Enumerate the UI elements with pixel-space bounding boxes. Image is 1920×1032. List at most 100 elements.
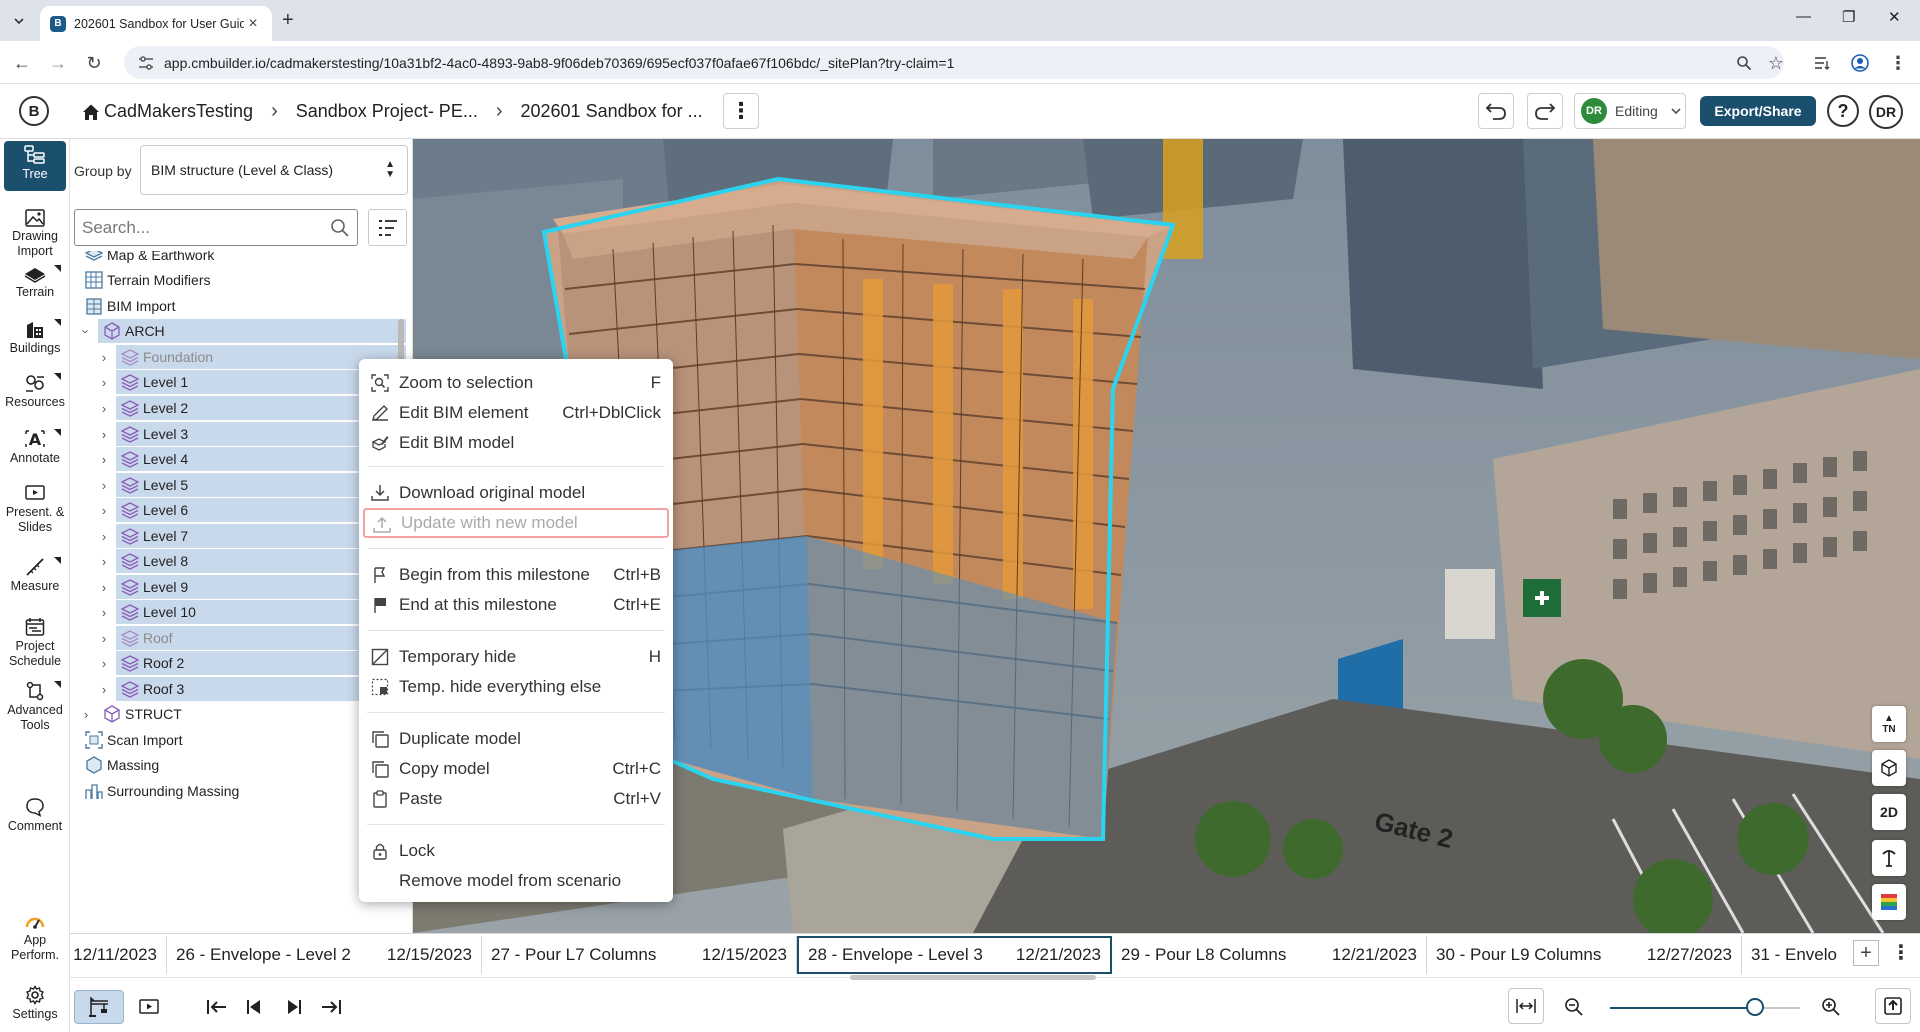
menu-copy-model[interactable]: Copy model Ctrl+C xyxy=(363,754,669,784)
timeline-item[interactable]: 31 - Envelo xyxy=(1742,936,1852,974)
rail-settings-button[interactable]: Settings xyxy=(4,985,66,1022)
chevron-right-icon[interactable]: › xyxy=(97,580,111,595)
menu-paste[interactable]: Paste Ctrl+V xyxy=(363,784,669,814)
maximize-button[interactable]: ❐ xyxy=(1842,8,1855,26)
chevron-right-icon[interactable]: › xyxy=(97,605,111,620)
menu-zoom-to-selection[interactable]: Zoom to selection F xyxy=(363,368,669,398)
breadcrumb-project[interactable]: Sandbox Project- PE... xyxy=(296,101,478,122)
timeline-item-current[interactable]: 28 - Envelope - Level 3 12/21/2023 xyxy=(797,936,1112,974)
chevron-down-icon[interactable]: › xyxy=(70,299,76,313)
tree-row-map-earthwork[interactable]: › Map & Earthwork xyxy=(70,251,406,268)
menu-edit-bim-model[interactable]: Edit BIM model xyxy=(363,428,669,458)
more-options-button[interactable]: ⋮ xyxy=(723,93,759,129)
skip-to-start-button[interactable] xyxy=(200,990,234,1024)
expand-timeline-button[interactable] xyxy=(1875,988,1911,1024)
tree-row-surrounding-massing[interactable]: Surrounding Massing xyxy=(70,778,406,804)
rail-annotate-button[interactable]: A Annotate xyxy=(4,429,66,466)
home-icon[interactable] xyxy=(82,103,100,121)
timeline-more-icon[interactable]: ⋮ xyxy=(1888,940,1914,965)
tree-row-level[interactable]: › Level 3 xyxy=(70,421,406,447)
north-compass-button[interactable]: ▲ TN xyxy=(1872,706,1906,742)
app-logo[interactable]: B xyxy=(19,96,49,126)
browser-tab[interactable]: B 202601 Sandbox for User Guide × xyxy=(40,6,272,41)
tree-row-bim-import[interactable]: › BIM Import xyxy=(70,293,406,319)
tree-row-level[interactable]: › Roof xyxy=(70,625,406,651)
reading-list-icon[interactable] xyxy=(1810,51,1834,75)
play-button[interactable] xyxy=(276,990,310,1024)
chevron-right-icon[interactable]: › xyxy=(97,401,111,416)
tree-row-terrain-modifiers[interactable]: Terrain Modifiers xyxy=(70,267,406,293)
rail-present-slides-button[interactable]: Present. & Slides xyxy=(4,485,66,535)
rail-terrain-button[interactable]: Terrain xyxy=(4,265,66,300)
redo-button[interactable] xyxy=(1527,93,1563,129)
chevron-right-icon[interactable]: › xyxy=(97,682,111,697)
menu-remove-model-from-scenario[interactable]: Remove model from scenario xyxy=(363,866,669,896)
tree-row-level[interactable]: › Roof 2 xyxy=(70,650,406,676)
chevron-right-icon[interactable]: › xyxy=(97,478,111,493)
timeline-item[interactable]: 30 - Pour L9 Columns 12/27/2023 xyxy=(1427,936,1742,974)
skip-to-end-button[interactable] xyxy=(314,990,348,1024)
tree-search-input[interactable]: Search... xyxy=(74,209,358,246)
chevron-down-icon[interactable]: › xyxy=(79,324,94,338)
tree-row-level[interactable]: › Level 1 xyxy=(70,369,406,395)
zoom-in-button[interactable] xyxy=(1814,990,1848,1024)
view-cube-button[interactable] xyxy=(1872,750,1906,786)
chevron-right-icon[interactable]: › xyxy=(97,427,111,442)
sun-shadow-button[interactable] xyxy=(1872,840,1906,876)
add-milestone-button[interactable]: + xyxy=(1853,940,1879,966)
chevron-right-icon[interactable]: › xyxy=(97,350,111,365)
presentation-button[interactable] xyxy=(132,990,166,1024)
help-button[interactable]: ? xyxy=(1827,95,1859,127)
chevron-right-icon[interactable]: › xyxy=(70,251,75,263)
close-tab-icon[interactable]: × xyxy=(244,15,262,33)
timeline-zoom-knob[interactable] xyxy=(1746,998,1764,1016)
rail-app-performance-button[interactable]: App Perform. xyxy=(4,913,66,963)
address-bar[interactable]: app.cmbuilder.io/cadmakerstesting/10a31b… xyxy=(124,46,1784,79)
rail-comment-button[interactable]: Comment xyxy=(4,797,66,834)
rail-tree-button[interactable]: Tree xyxy=(4,141,66,191)
timeline-item[interactable]: 29 - Pour L8 Columns 12/21/2023 xyxy=(1112,936,1427,974)
user-avatar[interactable]: DR xyxy=(1869,95,1903,129)
tree-filter-button[interactable] xyxy=(368,209,407,246)
chevron-right-icon[interactable]: › xyxy=(97,656,111,671)
tree-row-level[interactable]: › Level 6 xyxy=(70,497,406,523)
zoom-icon[interactable] xyxy=(1732,51,1756,75)
chevron-right-icon[interactable]: › xyxy=(97,554,111,569)
rail-project-schedule-button[interactable]: Project Schedule xyxy=(4,617,66,669)
rail-buildings-button[interactable]: Buildings xyxy=(4,319,66,356)
menu-end-at-milestone[interactable]: End at this milestone Ctrl+E xyxy=(363,590,669,620)
timeline-item[interactable]: 27 - Pour L7 Columns 12/15/2023 xyxy=(482,936,797,974)
previous-step-button[interactable] xyxy=(238,990,272,1024)
tree-row-level[interactable]: › Level 9 xyxy=(70,574,406,600)
chevron-right-icon[interactable]: › xyxy=(97,631,111,646)
profile-icon[interactable] xyxy=(1848,51,1872,75)
menu-temporary-hide[interactable]: Temporary hide H xyxy=(363,642,669,672)
tree-row-scan-import[interactable]: › Scan Import xyxy=(70,727,406,753)
menu-begin-from-milestone[interactable]: Begin from this milestone Ctrl+B xyxy=(363,560,669,590)
close-window-button[interactable]: ✕ xyxy=(1888,8,1901,26)
chevron-right-icon[interactable]: › xyxy=(97,452,111,467)
chevron-right-icon[interactable]: › xyxy=(97,529,111,544)
fit-timeline-button[interactable] xyxy=(1508,988,1544,1024)
chevron-right-icon[interactable]: › xyxy=(79,707,93,722)
chevron-right-icon[interactable]: › xyxy=(97,503,111,518)
rail-advanced-tools-button[interactable]: Advanced Tools xyxy=(4,681,66,733)
group-by-select[interactable]: BIM structure (Level & Class) ▲ ▼ xyxy=(140,145,408,195)
construction-view-button[interactable] xyxy=(74,990,124,1024)
timeline-item[interactable]: 26 - Envelope - Level 2 12/15/2023 xyxy=(167,936,482,974)
tree-row-struct[interactable]: › STRUCT xyxy=(70,701,406,727)
tree-row-level[interactable]: › Level 4 xyxy=(70,446,406,472)
tree-row-level[interactable]: › Roof 3 xyxy=(70,676,406,702)
tab-search-button[interactable] xyxy=(6,8,32,34)
zoom-out-button[interactable] xyxy=(1557,990,1591,1024)
rail-drawing-import-button[interactable]: Drawing Import xyxy=(4,209,66,259)
browser-menu-icon[interactable]: ⋮ xyxy=(1886,51,1910,75)
timeline-item[interactable]: 12/11/2023 xyxy=(70,936,167,974)
tree-row-level[interactable]: › Level 10 xyxy=(70,599,406,625)
chevron-right-icon[interactable]: › xyxy=(97,375,111,390)
back-icon[interactable]: ← xyxy=(10,51,34,75)
menu-lock[interactable]: Lock xyxy=(363,836,669,866)
new-tab-button[interactable]: + xyxy=(282,9,294,32)
tree-row-level[interactable]: › Level 2 xyxy=(70,395,406,421)
forward-icon[interactable]: → xyxy=(46,51,70,75)
